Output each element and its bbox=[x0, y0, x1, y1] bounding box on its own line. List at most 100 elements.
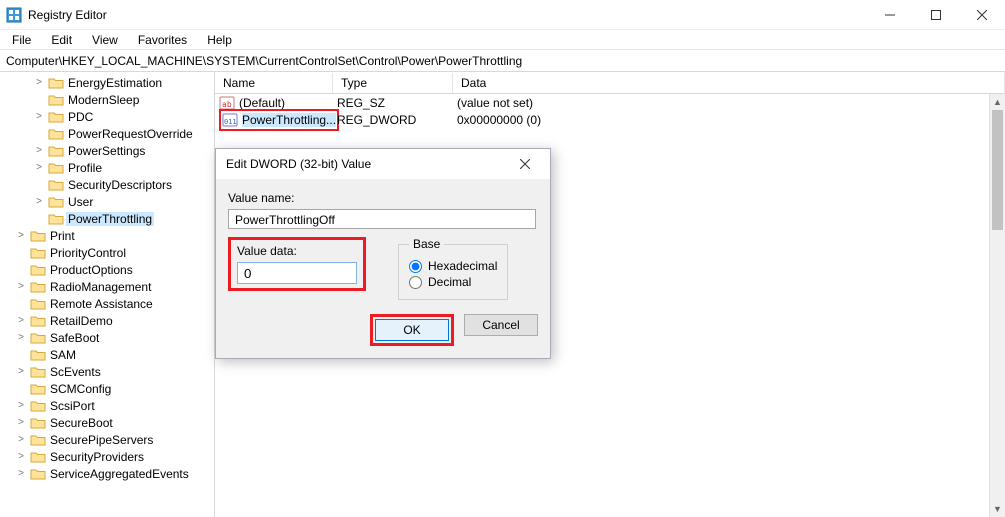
expander-icon[interactable]: > bbox=[14, 434, 28, 445]
folder-icon bbox=[30, 314, 46, 328]
expander-icon[interactable]: > bbox=[14, 400, 28, 411]
maximize-button[interactable] bbox=[913, 0, 959, 29]
value-data-label: Value data: bbox=[237, 244, 357, 258]
tree-item[interactable]: > SecureBoot bbox=[0, 414, 214, 431]
list-header: Name Type Data bbox=[215, 72, 1005, 94]
tree-item[interactable]: >ScEvents bbox=[0, 363, 214, 380]
hex-radio[interactable] bbox=[409, 260, 422, 273]
address-bar[interactable]: Computer\HKEY_LOCAL_MACHINE\SYSTEM\Curre… bbox=[0, 50, 1005, 72]
expander-icon[interactable]: > bbox=[32, 145, 46, 156]
expander-icon[interactable]: > bbox=[32, 77, 46, 88]
menu-edit[interactable]: Edit bbox=[43, 31, 80, 49]
window-title: Registry Editor bbox=[28, 8, 107, 22]
folder-icon bbox=[48, 178, 64, 192]
expander-icon[interactable]: > bbox=[14, 281, 28, 292]
base-group: Base Hexadecimal Decimal bbox=[398, 237, 508, 300]
tree-item[interactable]: ModernSleep bbox=[0, 91, 214, 108]
folder-icon bbox=[30, 246, 46, 260]
tree-item[interactable]: SAM bbox=[0, 346, 214, 363]
menu-help[interactable]: Help bbox=[199, 31, 240, 49]
menu-favorites[interactable]: Favorites bbox=[130, 31, 195, 49]
expander-icon[interactable]: > bbox=[14, 451, 28, 462]
menubar: File Edit View Favorites Help bbox=[0, 30, 1005, 50]
tree-item[interactable]: PowerThrottling bbox=[0, 210, 214, 227]
tree-item[interactable]: ProductOptions bbox=[0, 261, 214, 278]
col-type[interactable]: Type bbox=[333, 73, 453, 93]
tree-item[interactable]: SCMConfig bbox=[0, 380, 214, 397]
col-name[interactable]: Name bbox=[215, 73, 333, 93]
scroll-track[interactable] bbox=[990, 110, 1005, 501]
tree-item-label: RadioManagement bbox=[48, 280, 153, 294]
tree-item[interactable]: >RetailDemo bbox=[0, 312, 214, 329]
expander-icon[interactable]: > bbox=[32, 111, 46, 122]
expander-icon[interactable]: > bbox=[14, 230, 28, 241]
folder-icon bbox=[30, 365, 46, 379]
folder-icon bbox=[30, 263, 46, 277]
folder-icon bbox=[48, 212, 64, 226]
scroll-down-button[interactable]: ▼ bbox=[990, 501, 1005, 517]
tree-item-label: PriorityControl bbox=[48, 246, 128, 260]
folder-icon bbox=[30, 416, 46, 430]
address-text: Computer\HKEY_LOCAL_MACHINE\SYSTEM\Curre… bbox=[6, 54, 522, 68]
app-icon bbox=[6, 7, 22, 23]
list-row[interactable]: 011PowerThrottling...REG_DWORD0x00000000… bbox=[215, 111, 1005, 128]
hex-radio-row[interactable]: Hexadecimal bbox=[409, 259, 497, 273]
tree-item[interactable]: Remote Assistance bbox=[0, 295, 214, 312]
dialog-titlebar[interactable]: Edit DWORD (32-bit) Value bbox=[216, 149, 550, 179]
folder-icon bbox=[48, 144, 64, 158]
value-name: (Default) bbox=[239, 96, 285, 110]
tree-item[interactable]: >PowerSettings bbox=[0, 142, 214, 159]
cancel-button[interactable]: Cancel bbox=[464, 314, 538, 336]
dec-radio-row[interactable]: Decimal bbox=[409, 275, 497, 289]
col-data[interactable]: Data bbox=[453, 73, 1005, 93]
tree-item-label: SecurePipeServers bbox=[48, 433, 155, 447]
tree-item-label: SecureBoot bbox=[48, 416, 115, 430]
expander-icon[interactable]: > bbox=[14, 468, 28, 479]
tree-item[interactable]: >SecurityProviders bbox=[0, 448, 214, 465]
tree-item-label: Remote Assistance bbox=[48, 297, 155, 311]
close-button[interactable] bbox=[959, 0, 1005, 29]
expander-icon[interactable]: > bbox=[32, 162, 46, 173]
tree-item[interactable]: >Print bbox=[0, 227, 214, 244]
expander-icon[interactable]: > bbox=[14, 366, 28, 377]
tree-item[interactable]: >EnergyEstimation bbox=[0, 74, 214, 91]
folder-icon bbox=[30, 433, 46, 447]
titlebar: Registry Editor bbox=[0, 0, 1005, 30]
tree-item[interactable]: SecurityDescriptors bbox=[0, 176, 214, 193]
menu-view[interactable]: View bbox=[84, 31, 126, 49]
value-data-input[interactable] bbox=[237, 262, 357, 284]
tree-item-label: ScsiPort bbox=[48, 399, 97, 413]
value-name-field[interactable]: PowerThrottlingOff bbox=[228, 209, 536, 229]
expander-icon[interactable]: > bbox=[14, 315, 28, 326]
tree-item[interactable]: >SafeBoot bbox=[0, 329, 214, 346]
tree-item[interactable]: >User bbox=[0, 193, 214, 210]
expander-icon[interactable]: > bbox=[14, 417, 28, 428]
tree-item[interactable]: >Profile bbox=[0, 159, 214, 176]
value-name-label: Value name: bbox=[228, 191, 538, 205]
tree-item[interactable]: > ScsiPort bbox=[0, 397, 214, 414]
ok-button[interactable]: OK bbox=[375, 319, 449, 341]
dec-radio[interactable] bbox=[409, 276, 422, 289]
tree-item[interactable]: > PDC bbox=[0, 108, 214, 125]
tree-item[interactable]: PriorityControl bbox=[0, 244, 214, 261]
value-type: REG_DWORD bbox=[337, 113, 457, 127]
scroll-thumb[interactable] bbox=[992, 110, 1003, 230]
tree-item-label: PowerRequestOverride bbox=[66, 127, 195, 141]
vertical-scrollbar[interactable]: ▲ ▼ bbox=[989, 94, 1005, 517]
tree-item[interactable]: > SecurePipeServers bbox=[0, 431, 214, 448]
edit-dword-dialog: Edit DWORD (32-bit) Value Value name: Po… bbox=[215, 148, 551, 359]
tree-pane[interactable]: >EnergyEstimationModernSleep > PDC PowerReq… bbox=[0, 72, 215, 517]
tree-item[interactable]: >ServiceAggregatedEvents bbox=[0, 465, 214, 482]
tree-item-label: PDC bbox=[66, 110, 95, 124]
menu-file[interactable]: File bbox=[4, 31, 39, 49]
minimize-button[interactable] bbox=[867, 0, 913, 29]
expander-icon[interactable]: > bbox=[32, 196, 46, 207]
value-type: REG_SZ bbox=[337, 96, 457, 110]
tree-item[interactable]: PowerRequestOverride bbox=[0, 125, 214, 142]
folder-icon bbox=[48, 195, 64, 209]
scroll-up-button[interactable]: ▲ bbox=[990, 94, 1005, 110]
tree-item[interactable]: > RadioManagement bbox=[0, 278, 214, 295]
expander-icon[interactable]: > bbox=[14, 332, 28, 343]
dialog-close-button[interactable] bbox=[510, 149, 540, 179]
folder-icon bbox=[30, 382, 46, 396]
